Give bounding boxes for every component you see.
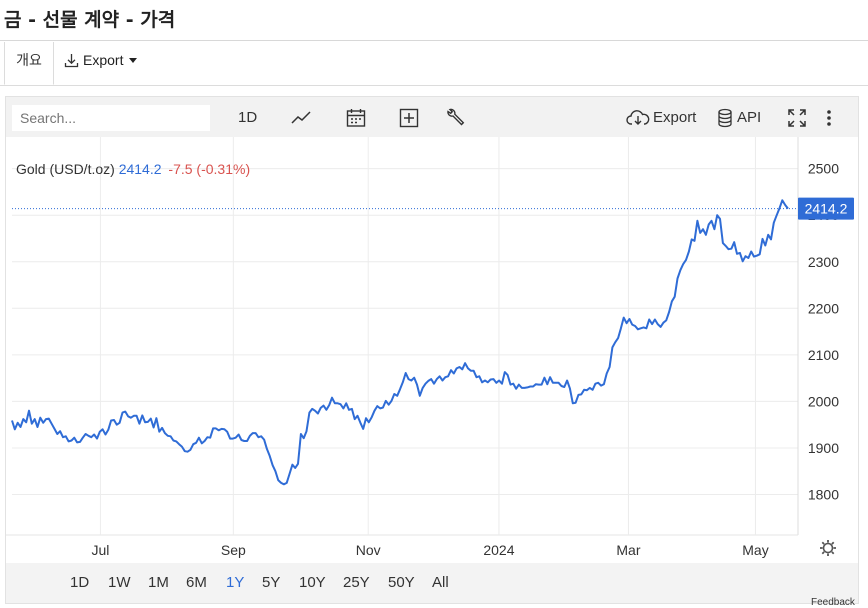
- y-tick-label: 2300: [808, 254, 839, 270]
- x-tick-label: 2024: [483, 542, 514, 558]
- cloud-download-icon[interactable]: [626, 107, 650, 129]
- range-button-all[interactable]: All: [432, 574, 449, 591]
- range-button-25y[interactable]: 25Y: [343, 574, 370, 591]
- range-selector: 1D 1W 1M 6M 1Y 5Y 10Y 25Y 50Y All: [6, 563, 858, 603]
- y-tick-label: 2500: [808, 161, 839, 177]
- range-button-6m[interactable]: 6M: [186, 574, 207, 591]
- y-tick-label: 1900: [808, 440, 839, 456]
- page-tabs: 개요 Export: [0, 41, 868, 86]
- export-label: Export: [83, 52, 124, 68]
- y-tick-label: 2100: [808, 347, 839, 363]
- add-indicator-icon[interactable]: [398, 107, 420, 129]
- settings-gear-icon: [820, 540, 836, 556]
- legend-price: 2414.2: [118, 161, 162, 177]
- range-button-1m[interactable]: 1M: [148, 574, 169, 591]
- chart-legend: Gold (USD/t.oz) 2414.2 -7.5 (-0.31%): [16, 161, 250, 177]
- database-icon[interactable]: [716, 107, 734, 129]
- y-tick-label: 2200: [808, 300, 839, 316]
- interval-button[interactable]: 1D: [238, 109, 257, 126]
- search-input[interactable]: [12, 105, 210, 131]
- range-button-1d[interactable]: 1D: [70, 574, 89, 591]
- price-chart[interactable]: 18001900200021002200230024002500 JulSepN…: [6, 137, 858, 563]
- range-button-1w[interactable]: 1W: [108, 574, 131, 591]
- price-chart-svg: 18001900200021002200230024002500 JulSepN…: [6, 137, 854, 558]
- page-title: 금 - 선물 계약 - 가격: [4, 9, 176, 31]
- y-tick-label: 2000: [808, 393, 839, 409]
- wrench-icon[interactable]: [444, 107, 466, 129]
- fullscreen-icon[interactable]: [786, 107, 808, 129]
- x-tick-label: Mar: [616, 542, 640, 558]
- legend-change: -7.5 (-0.31%): [168, 161, 251, 177]
- series-line: [11, 199, 789, 486]
- range-button-10y[interactable]: 10Y: [299, 574, 326, 591]
- export-dropdown[interactable]: Export: [64, 52, 138, 68]
- x-tick-label: Nov: [356, 542, 381, 558]
- x-tick-label: May: [742, 542, 768, 558]
- chart-grid: [6, 137, 799, 536]
- x-axis-ticks: Jul Sep Nov 2024 Mar May: [91, 542, 768, 558]
- export-button[interactable]: Export: [653, 109, 696, 126]
- last-price-tag-label: 2414.2: [805, 201, 848, 217]
- range-button-50y[interactable]: 50Y: [388, 574, 415, 591]
- download-icon: [64, 53, 79, 67]
- caret-down-icon: [129, 57, 138, 63]
- chart-widget: 1D Export API 1800 1900 2000 2100 2200 2300 24…: [5, 96, 859, 604]
- range-button-5y[interactable]: 5Y: [262, 574, 280, 591]
- chart-toolbar: 1D Export API: [6, 97, 858, 137]
- api-button[interactable]: API: [737, 109, 761, 126]
- tab-overview[interactable]: 개요: [4, 42, 54, 85]
- y-tick-label: 1800: [808, 487, 839, 503]
- x-tick-label: Sep: [221, 542, 246, 558]
- range-button-1y[interactable]: 1Y: [226, 574, 244, 591]
- legend-symbol: Gold (USD/t.oz): [16, 161, 115, 177]
- calendar-icon[interactable]: [345, 107, 367, 129]
- x-tick-label: Jul: [91, 542, 109, 558]
- more-options-icon[interactable]: [823, 107, 835, 129]
- feedback-link[interactable]: Feedback: [811, 597, 855, 608]
- chart-type-icon[interactable]: [290, 107, 312, 129]
